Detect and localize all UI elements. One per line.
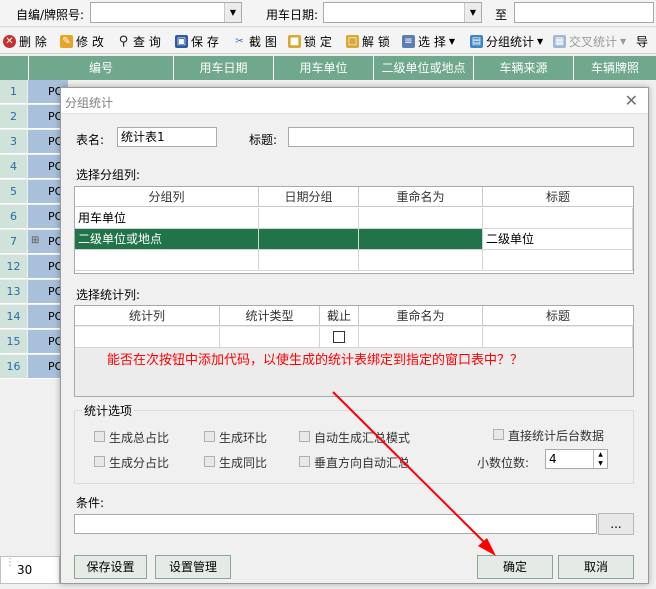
arrow-head xyxy=(478,538,496,556)
arrow-shaft xyxy=(332,391,491,549)
annotation-arrow xyxy=(332,391,496,556)
